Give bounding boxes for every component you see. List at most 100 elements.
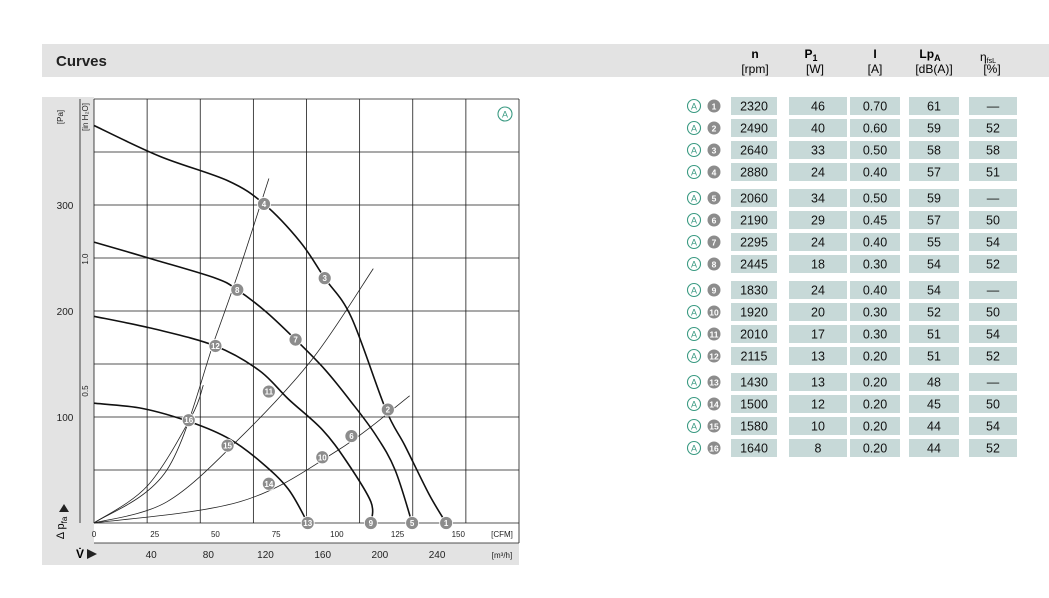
cell-i: 0.50: [863, 144, 887, 158]
row-id-label: 11: [710, 330, 719, 340]
cell-p1: 13: [811, 350, 825, 364]
x-tick-m3h: 80: [203, 550, 215, 561]
operating-point-label: 7: [293, 336, 298, 345]
y-axis-symbol-sub: fa: [60, 516, 69, 523]
table-row: A 2 2490 40 0.60 59 52: [686, 119, 1017, 137]
row-id-label: 2: [712, 124, 717, 134]
cell-lpa: 51: [927, 328, 941, 342]
cell-i: 0.20: [863, 350, 887, 364]
cell-i: 0.50: [863, 192, 887, 206]
col-header-i: I: [873, 47, 876, 61]
cell-eta: 50: [986, 398, 1000, 412]
mode-badge-label: A: [691, 378, 697, 388]
cell-lpa: 52: [927, 306, 941, 320]
y-axis-panel: [42, 97, 94, 565]
table-row: A 8 2445 18 0.30 54 52: [686, 255, 1017, 273]
x-tick-m3h: 200: [372, 550, 389, 561]
cell-n: 2060: [740, 192, 768, 206]
operating-point-label: 1: [444, 519, 449, 528]
row-id-label: 10: [709, 308, 719, 318]
table-row: A 14 1500 12 0.20 45 50: [686, 395, 1017, 413]
table-row: A 15 1580 10 0.20 44 54: [686, 417, 1017, 435]
cell-eta: 54: [986, 236, 1000, 250]
cell-lpa: 45: [927, 398, 941, 412]
cell-eta: 52: [986, 442, 1000, 456]
operating-point-label: 5: [410, 519, 415, 528]
table-row: A 1 2320 46 0.70 61 —: [686, 97, 1017, 115]
curves-figure: Curves n [rpm] P1 [W] I [A] LpA [dB(A)] …: [42, 44, 1049, 565]
cell-n: 2115: [741, 350, 768, 364]
operating-point-label: 14: [264, 480, 273, 489]
cell-eta: 50: [986, 306, 1000, 320]
cell-p1: 24: [811, 284, 825, 298]
cell-eta: 58: [986, 144, 1000, 158]
row-id-label: 12: [709, 352, 719, 362]
y-tick-inh2o: 0.5: [81, 385, 90, 397]
row-id-label: 4: [712, 168, 717, 178]
cell-lpa: 58: [927, 144, 941, 158]
operating-point-label: 10: [318, 453, 327, 462]
mode-badge-label: A: [691, 238, 697, 248]
data-table: A 1 2320 46 0.70 61 —A 2 2490 40 0.60 59 52A 3 2640 33 0…: [686, 97, 1017, 457]
mode-badge-label: A: [691, 124, 697, 134]
mode-badge-label: A: [691, 352, 697, 362]
row-id-label: 3: [712, 146, 717, 156]
y-tick-inh2o: 1.0: [81, 253, 90, 265]
cell-eta: —: [987, 376, 1000, 390]
table-row: A 16 1640 8 0.20 44 52: [686, 439, 1017, 457]
table-row: A 12 2115 13 0.20 51 52: [686, 347, 1017, 365]
row-id-label: 6: [712, 216, 717, 226]
cell-i: 0.30: [863, 328, 887, 342]
chart-mode-badge-label: A: [502, 110, 508, 120]
operating-point-label: 16: [184, 416, 193, 425]
col-unit-p1: [W]: [806, 62, 824, 76]
row-id-label: 7: [712, 238, 717, 248]
col-unit-i: [A]: [868, 62, 883, 76]
mode-badge-label: A: [691, 444, 697, 454]
y-tick-pa: 100: [57, 413, 74, 424]
y-unit-pa: [Pa]: [56, 110, 65, 124]
cell-eta: 51: [986, 166, 1000, 180]
section-title: Curves: [56, 53, 107, 70]
cell-lpa: 54: [927, 284, 941, 298]
y-unit-inh2o: [in H₂O]: [81, 103, 90, 131]
y-tick-pa: 300: [57, 201, 74, 212]
cell-eta: —: [987, 100, 1000, 114]
cell-eta: —: [987, 192, 1000, 206]
table-row: A 13 1430 13 0.20 48 —: [686, 373, 1017, 391]
mode-badge-label: A: [691, 330, 697, 340]
cell-i: 0.60: [863, 122, 887, 136]
table-row: A 7 2295 24 0.40 55 54: [686, 233, 1017, 251]
table-row: A 9 1830 24 0.40 54 —: [686, 281, 1017, 299]
x-axis-panel: [42, 543, 519, 565]
mode-badge-label: A: [691, 168, 697, 178]
operating-point-label: 2: [386, 406, 391, 415]
row-id-label: 15: [709, 422, 719, 432]
x-tick-cfm: 0: [92, 530, 97, 539]
mode-badge-label: A: [691, 260, 697, 270]
cell-p1: 29: [811, 214, 825, 228]
operating-point-label: 6: [349, 432, 354, 441]
cell-p1: 34: [811, 192, 825, 206]
cell-lpa: 48: [927, 376, 941, 390]
cell-lpa: 59: [927, 122, 941, 136]
col-header-n: n: [751, 47, 758, 61]
cell-i: 0.20: [863, 376, 887, 390]
operating-point-label: 15: [223, 442, 232, 451]
y-axis-symbol-main: Δ p: [55, 523, 67, 539]
row-id-label: 16: [709, 444, 719, 454]
cell-n: 2295: [740, 236, 768, 250]
cell-i: 0.20: [863, 442, 887, 456]
mode-badge-label: A: [691, 194, 697, 204]
x-tick-cfm: 100: [330, 530, 344, 539]
cell-i: 0.70: [863, 100, 887, 114]
cell-p1: 40: [811, 122, 825, 136]
operating-point-label: 11: [265, 388, 274, 397]
cell-eta: 52: [986, 122, 1000, 136]
header-band: [42, 44, 1049, 77]
cell-eta: 52: [986, 258, 1000, 272]
mode-badge-label: A: [691, 216, 697, 226]
cell-lpa: 61: [927, 100, 941, 114]
x-tick-cfm: 75: [272, 530, 281, 539]
table-row: A 6 2190 29 0.45 57 50: [686, 211, 1017, 229]
